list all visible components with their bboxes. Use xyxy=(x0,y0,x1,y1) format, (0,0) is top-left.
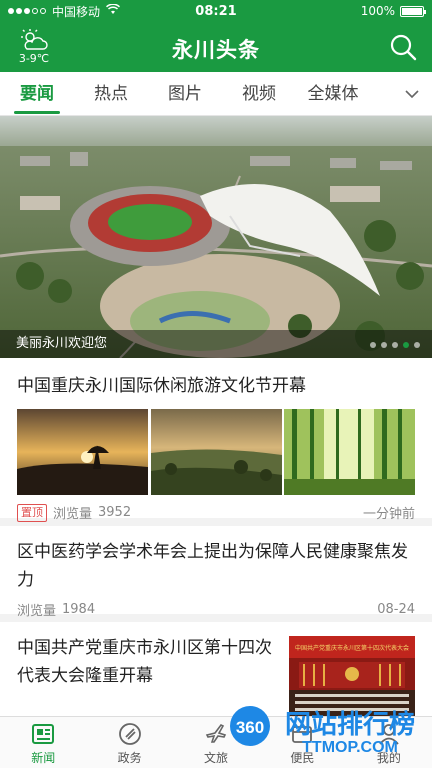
views-count: 1984 xyxy=(62,602,96,617)
tab-pictures[interactable]: 图片 xyxy=(148,72,222,116)
battery-icon xyxy=(400,5,426,17)
tab-all-media[interactable]: 全媒体 xyxy=(296,72,370,116)
news-title: 中国重庆永川国际休闲旅游文化节开幕 xyxy=(17,376,306,396)
publish-time: 08-24 xyxy=(377,602,415,617)
tab-video[interactable]: 视频 xyxy=(222,72,296,116)
tab-hot[interactable]: 热点 xyxy=(74,72,148,116)
news-meta: 置顶 浏览量 3952 一分钟前 xyxy=(17,503,415,522)
status-bar: 中国移动 08:21 100% xyxy=(0,0,432,22)
search-icon xyxy=(390,34,417,61)
banner-carousel[interactable]: 美丽永川欢迎您 xyxy=(0,116,432,358)
news-item[interactable]: 中国重庆永川国际休闲旅游文化节开幕 置顶 浏览量 3952 一分钟前 xyxy=(0,358,432,526)
banner-caption: 美丽永川欢迎您 xyxy=(0,330,432,358)
publish-time: 一分钟前 xyxy=(362,507,415,522)
congress-banner-text: 中国共产党重庆市永川区第十四次代表大会 xyxy=(295,644,409,652)
sunset-tree-photo xyxy=(17,409,148,495)
nav-label: 政务 xyxy=(117,751,142,765)
nav-profile[interactable]: 我的 xyxy=(346,717,432,768)
nav-label: 文旅 xyxy=(204,751,229,765)
congress-hall-photo: 中国共产党重庆市永川区第十四次代表大会 xyxy=(289,636,415,718)
travel-icon xyxy=(205,723,227,743)
cloudy-sun-icon xyxy=(21,29,48,50)
bottom-navigation: 新闻 政务 文旅 便民 我的 xyxy=(0,716,432,768)
signal-strength-icon xyxy=(8,8,46,14)
news-icon xyxy=(32,724,55,744)
battery-percent: 100% xyxy=(360,4,395,18)
service-icon xyxy=(292,726,313,743)
nav-label: 我的 xyxy=(376,751,401,765)
weather-widget[interactable]: 3-9℃ xyxy=(14,28,54,65)
news-meta: 浏览量 1984 08-24 xyxy=(17,600,415,619)
app-title: 永川头条 xyxy=(172,38,260,62)
app-header: 3-9℃ 永川头条 xyxy=(0,22,432,72)
pinned-badge: 置顶 xyxy=(17,503,47,522)
bamboo-forest-photo xyxy=(284,409,415,495)
channel-tabs: 要闻 热点 图片 视频 全媒体 xyxy=(0,72,432,116)
tab-headlines[interactable]: 要闻 xyxy=(0,72,74,116)
nav-label: 新闻 xyxy=(31,751,56,765)
carrier-label: 中国移动 xyxy=(52,4,101,19)
news-title: 区中医药学会学术年会上提出为保障人民健康聚焦发力 xyxy=(17,542,408,590)
government-icon xyxy=(118,723,141,745)
misty-valley-photo xyxy=(150,409,282,495)
weather-temperature: 3-9℃ xyxy=(18,52,50,65)
carousel-indicator xyxy=(370,342,420,348)
stadium-aerial-photo xyxy=(0,116,432,358)
news-item[interactable]: 区中医药学会学术年会上提出为保障人民健康聚焦发力 浏览量 1984 08-24 xyxy=(0,526,432,622)
nav-label: 便民 xyxy=(290,751,315,765)
views-count: 3952 xyxy=(98,505,132,520)
search-button[interactable] xyxy=(388,32,418,62)
news-feed: 中国重庆永川国际休闲旅游文化节开幕 置顶 浏览量 3952 一分钟前 区中医药学… xyxy=(0,358,432,732)
wifi-icon xyxy=(106,3,121,18)
chevron-down-icon xyxy=(405,89,419,98)
views-label: 浏览量 xyxy=(17,604,57,619)
nav-travel[interactable]: 文旅 xyxy=(173,717,259,768)
profile-icon xyxy=(379,724,399,745)
thumbnail-row xyxy=(17,409,415,495)
nav-news[interactable]: 新闻 xyxy=(0,717,86,768)
views-label: 浏览量 xyxy=(53,507,93,522)
more-tabs-button[interactable] xyxy=(392,72,432,116)
nav-services[interactable]: 便民 xyxy=(259,717,345,768)
nav-government[interactable]: 政务 xyxy=(86,717,172,768)
news-title: 中国共产党重庆市永川区第十四次代表大会隆重开幕 xyxy=(17,638,272,686)
